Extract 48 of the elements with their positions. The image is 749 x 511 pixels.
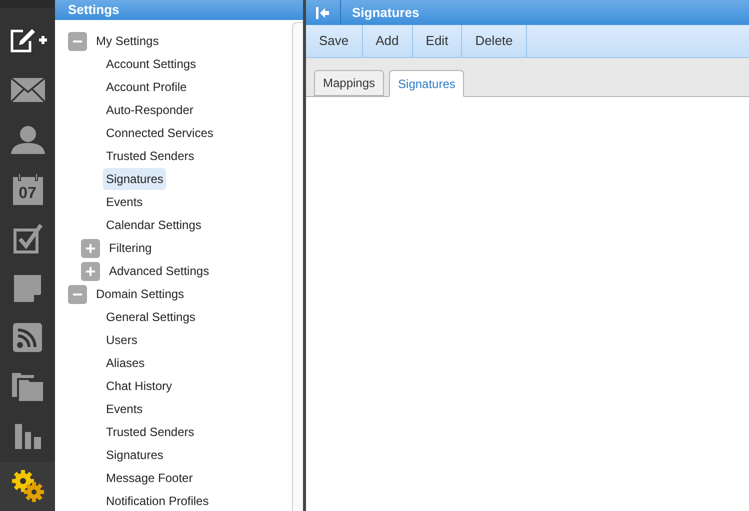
compose-icon xyxy=(8,28,46,54)
tree-item[interactable]: Trusted Senders xyxy=(103,421,198,443)
tree-item[interactable]: Signatures xyxy=(103,168,166,190)
collapse-toggle[interactable] xyxy=(68,32,87,50)
expand-toggle[interactable] xyxy=(81,238,100,258)
content-title: Signatures xyxy=(352,4,420,22)
toolbar-button[interactable]: Save xyxy=(306,25,363,57)
plus-icon xyxy=(86,266,95,276)
tree-item[interactable]: Aliases xyxy=(103,352,148,374)
tree-item[interactable]: Users xyxy=(103,329,140,351)
nav-button[interactable] xyxy=(0,462,55,511)
bar-chart-icon xyxy=(14,424,40,450)
tree-item[interactable]: Calendar Settings xyxy=(103,214,204,236)
tree-item[interactable]: Auto-Responder xyxy=(103,99,196,121)
person-icon xyxy=(10,126,44,154)
tree-item[interactable]: Connected Services xyxy=(103,122,216,144)
tree-item[interactable]: My Settings xyxy=(93,30,162,52)
tree-item[interactable]: Events xyxy=(103,398,146,420)
tree-item[interactable]: Events xyxy=(103,191,146,213)
rss-icon xyxy=(13,323,42,352)
tree-item[interactable]: Account Profile xyxy=(103,76,190,98)
note-icon xyxy=(14,274,42,302)
tree-item[interactable]: Message Footer xyxy=(103,467,196,489)
tree-item[interactable]: General Settings xyxy=(103,306,198,328)
tree-item[interactable]: Filtering xyxy=(106,237,155,259)
envelope-icon xyxy=(10,78,44,102)
tab[interactable]: Signatures xyxy=(389,70,464,97)
nav-button[interactable]: 07 xyxy=(0,164,55,214)
tree-item[interactable]: Notification Profiles xyxy=(103,490,212,511)
collapse-icon xyxy=(316,6,330,18)
tree-item[interactable]: Signatures xyxy=(103,444,166,466)
gears-icon xyxy=(12,470,44,502)
tree-item[interactable]: Advanced Settings xyxy=(106,260,212,282)
folders-icon xyxy=(12,372,44,402)
scrollbar[interactable] xyxy=(292,22,303,511)
tree-item[interactable]: Account Settings xyxy=(103,53,200,75)
tree-item[interactable]: Trusted Senders xyxy=(103,145,198,167)
toolbar-button[interactable]: Edit xyxy=(412,25,462,57)
toolbar-button[interactable]: Add xyxy=(362,25,413,57)
toolbar-button[interactable]: Delete xyxy=(462,25,527,57)
tree-item[interactable]: Chat History xyxy=(103,375,176,397)
tab[interactable]: Mappings xyxy=(314,70,384,96)
expand-toggle[interactable] xyxy=(81,262,100,280)
checkbox-icon xyxy=(12,224,42,254)
collapse-toggle[interactable] xyxy=(68,284,87,304)
tree-item[interactable]: Domain Settings xyxy=(93,283,188,305)
panel-title: Settings xyxy=(68,1,120,19)
plus-icon xyxy=(86,244,95,252)
